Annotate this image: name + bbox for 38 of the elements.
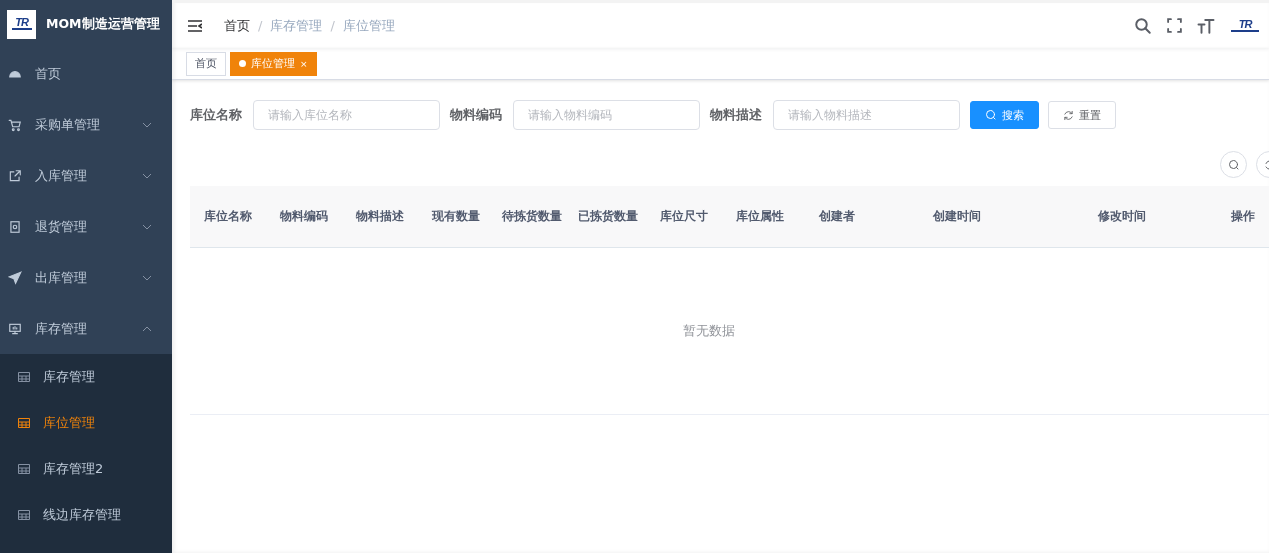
logo: TR [7, 9, 36, 39]
filter-label: 物料描述 [710, 106, 762, 124]
filter-label: 物料编码 [450, 106, 502, 124]
sidebar-item[interactable]: 库存管理 [0, 303, 172, 354]
breadcrumb-item: 库位管理 [342, 16, 395, 35]
input-field[interactable]: 请输入物料描述 [773, 100, 960, 130]
page-tab[interactable]: 首页 [186, 51, 226, 76]
column-header: 库位属性 [722, 186, 798, 247]
column-header: 操作 [1206, 186, 1269, 247]
column-header: 创建者 [798, 186, 876, 247]
breadcrumb-separator: / [330, 18, 335, 33]
column-header: 库位尺寸 [646, 186, 722, 247]
app-title: MOM制造运营管理 [46, 15, 160, 33]
input-field[interactable]: 请输入库位名称 [253, 100, 440, 130]
sidebar-item[interactable]: 采购单管理 [0, 99, 172, 150]
column-header: 现有数量 [418, 186, 494, 247]
column-header: 库位名称 [190, 186, 266, 247]
breadcrumb-item: 库存管理 [270, 16, 323, 35]
submenu-item[interactable]: 线边库存管理 [0, 492, 172, 538]
sidebar-item[interactable]: 首页 [0, 48, 172, 99]
sidebar-item[interactable]: 退货管理 [0, 201, 172, 252]
reset-button[interactable]: 重置 [1048, 101, 1116, 129]
submenu-item[interactable]: 库存管理2 [0, 446, 172, 492]
column-header: 创建时间 [876, 186, 1038, 247]
sidebar-item[interactable]: 入库管理 [0, 150, 172, 201]
column-header: 已拣货数量 [570, 186, 646, 247]
submenu-item[interactable]: 库位管理 [0, 400, 172, 446]
breadcrumb-item[interactable]: 首页 [224, 16, 250, 35]
column-header: 修改时间 [1038, 186, 1206, 247]
input-field[interactable]: 请输入物料编码 [513, 100, 700, 130]
breadcrumb-separator: / [258, 18, 263, 33]
column-header: 物料编码 [266, 186, 342, 247]
sidebar-item[interactable]: 出库管理 [0, 252, 172, 303]
empty-text: 暂无数据 [683, 322, 735, 338]
column-header: 物料描述 [342, 186, 418, 247]
column-header: 待拣货数量 [494, 186, 570, 247]
filter-label: 库位名称 [190, 106, 242, 124]
submenu-item[interactable]: 库存管理 [0, 354, 172, 400]
